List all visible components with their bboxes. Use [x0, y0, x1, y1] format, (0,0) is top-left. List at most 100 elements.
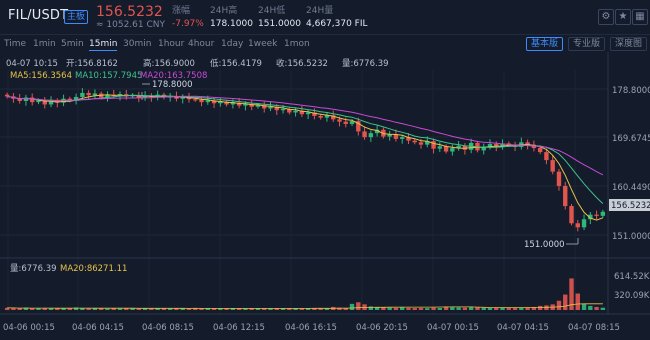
price-tick: 169.6745: [612, 134, 650, 144]
volume-bars: [4, 278, 606, 310]
mode-basic-button[interactable]: 基本版: [526, 37, 564, 51]
mode-depth-button[interactable]: 深度图: [610, 37, 648, 51]
candle-body: [193, 99, 198, 101]
ticker-header: FIL/USDT 主板 156.5232 ≈ 1052.61 CNY 涨幅 -7…: [0, 0, 650, 34]
interval-30min[interactable]: 30min: [123, 38, 151, 50]
volume-bar: [400, 307, 405, 310]
candle-body: [86, 92, 91, 96]
volume-bar: [117, 308, 123, 310]
candle-body: [600, 211, 606, 216]
volume-bar: [111, 308, 116, 310]
candle-body: [4, 94, 10, 97]
candle-body: [437, 146, 443, 149]
volume-bar: [468, 306, 474, 310]
volume-bar: [575, 293, 580, 310]
interval-bar: Time 1min 5min 15min 30min 1hour 4hour 1…: [0, 34, 650, 52]
volume-bar: [588, 305, 593, 310]
volume-bar: [563, 294, 568, 310]
last-price: 156.5232: [96, 4, 163, 20]
candle-body: [343, 121, 348, 124]
candle-body: [594, 214, 599, 216]
volume-bar: [600, 307, 606, 310]
ohlc-amount: 量:6776.39: [342, 59, 389, 69]
candlesticks: [4, 88, 606, 232]
mode-pro-button[interactable]: 专业版: [568, 37, 606, 51]
volume-bar: [105, 308, 110, 310]
candle-body: [368, 133, 374, 138]
volume-bar: [381, 307, 386, 310]
grid-icon[interactable]: ▦: [632, 9, 648, 25]
volume-ma20-line: [7, 303, 603, 309]
volume-bar: [494, 307, 499, 310]
volume-bar: [406, 307, 411, 310]
volume-bar: [55, 308, 60, 310]
volume-bar: [92, 308, 98, 310]
ma5-legend: MA5:156.3564: [10, 71, 72, 81]
candle-body: [431, 141, 436, 149]
interval-5min[interactable]: 5min: [61, 38, 84, 50]
volume-bar: [67, 308, 73, 310]
stat-label: 24H高: [210, 6, 238, 16]
stat-value: 151.0000: [258, 19, 301, 29]
volume-bar: [130, 308, 135, 310]
time-tick: 04-06 00:15: [3, 323, 55, 333]
pair-name[interactable]: FIL/USDT: [8, 8, 68, 23]
volume-bar: [512, 307, 518, 310]
volume-bar: [387, 307, 392, 310]
ohlc-date: 04-07 10:15: [6, 59, 58, 69]
interval-1day[interactable]: 1day: [221, 38, 243, 50]
stat-volume: 24H量 4,667,370 FIL: [306, 5, 368, 30]
volume-bar: [412, 308, 417, 310]
volume-bar: [149, 308, 154, 310]
interval-15min[interactable]: 15min: [89, 38, 118, 51]
ohlc-low: 低:156.4179: [210, 58, 262, 69]
volume-bar: [393, 307, 399, 310]
volume-bar: [356, 302, 361, 310]
stat-value: 178.1000: [210, 19, 253, 29]
volume-bar: [537, 305, 543, 310]
kline-chart[interactable]: 04-07 10:15 开:156.8162 高:156.9000 低:156.…: [0, 52, 650, 340]
interval-1min[interactable]: 1min: [33, 38, 56, 50]
interval-1hour[interactable]: 1hour: [158, 38, 184, 50]
ohlc-close: 收:156.5232: [276, 58, 328, 69]
candle-body: [537, 148, 543, 153]
volume-bar: [30, 308, 35, 310]
ma20-line: [7, 95, 604, 176]
price-tick: 178.8000: [612, 86, 650, 96]
interval-time[interactable]: Time: [4, 38, 26, 50]
volume-bar: [368, 306, 374, 310]
candle-body: [293, 110, 298, 113]
interval-1week[interactable]: 1week: [248, 38, 277, 50]
time-tick: 04-07 08:15: [568, 323, 620, 333]
candle-body: [544, 152, 549, 161]
star-icon[interactable]: ★: [615, 9, 631, 25]
candle-body: [550, 160, 555, 172]
volume-bar: [450, 307, 455, 310]
stat-label: 涨幅: [172, 6, 191, 16]
volume-bar: [418, 307, 424, 310]
volume-legend: 量:6776.39: [10, 264, 57, 274]
candle-body: [199, 99, 204, 103]
interval-4hour[interactable]: 4hour: [188, 38, 214, 50]
interval-1mon[interactable]: 1mon: [284, 38, 310, 50]
candle-body: [92, 93, 98, 96]
volume-bar: [349, 303, 355, 310]
candle-body: [280, 109, 286, 111]
volume-bar: [481, 307, 486, 310]
ma5-line: [7, 94, 604, 221]
volume-bar: [462, 307, 468, 310]
volume-ma20-legend: MA20:86271.11: [60, 264, 127, 274]
current-price-label: 156.5232: [611, 201, 650, 211]
high-marker-label: 178.8000: [152, 80, 193, 90]
chart-grid: [0, 52, 650, 315]
volume-bar: [581, 303, 587, 310]
gear-icon[interactable]: ⚙: [598, 9, 614, 25]
candle-body: [305, 112, 311, 115]
stat-value: 4,667,370 FIL: [306, 19, 368, 29]
candle-body: [205, 100, 210, 103]
board-tag: 主板: [64, 10, 89, 24]
time-tick: 04-06 08:15: [142, 323, 194, 333]
volume-bar: [167, 308, 173, 310]
time-tick: 04-07 04:15: [497, 323, 549, 333]
time-tick: 04-07 00:15: [427, 323, 479, 333]
